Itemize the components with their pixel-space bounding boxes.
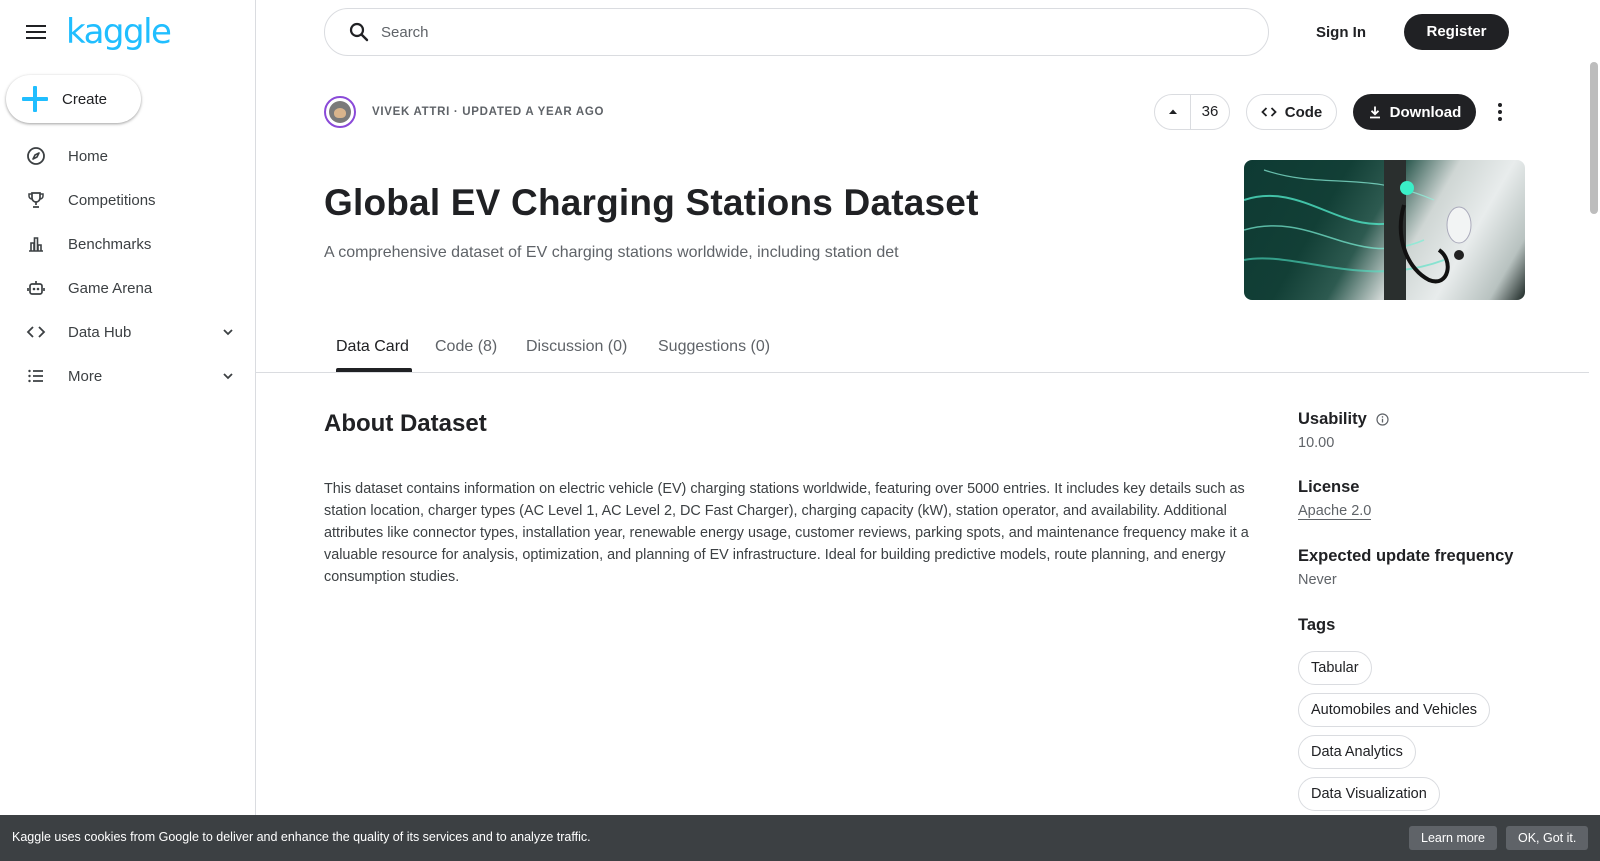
sidebar-item-label: More bbox=[68, 367, 103, 385]
tag-chip[interactable]: Data Analytics bbox=[1298, 735, 1416, 769]
sidebar-item-home[interactable]: Home bbox=[0, 134, 255, 178]
ok-got-it-button[interactable]: OK, Got it. bbox=[1506, 826, 1589, 850]
vote-count: 36 bbox=[1201, 103, 1219, 120]
license-link[interactable]: Apache 2.0 bbox=[1298, 503, 1372, 520]
usability-label: Usability bbox=[1298, 410, 1367, 428]
kaggle-logo[interactable]: kaggle bbox=[66, 12, 172, 52]
tag-chip[interactable]: Data Visualization bbox=[1298, 777, 1440, 811]
sidebar-item-more[interactable]: More bbox=[0, 354, 255, 398]
upvote-button[interactable] bbox=[1155, 95, 1191, 129]
chevron-down-icon[interactable] bbox=[221, 325, 235, 339]
code-button[interactable]: Code bbox=[1246, 94, 1337, 130]
upvote-widget: 36 bbox=[1154, 94, 1230, 130]
caret-up-icon bbox=[1168, 109, 1177, 114]
compass-icon bbox=[25, 145, 47, 167]
page-scrollbar[interactable] bbox=[1588, 0, 1600, 861]
create-label: Create bbox=[62, 90, 108, 108]
tab-data-card[interactable]: Data Card bbox=[336, 338, 409, 356]
sidebar-item-label: Benchmarks bbox=[68, 235, 152, 253]
code-label: Code bbox=[1284, 103, 1323, 121]
learn-more-button[interactable]: Learn more bbox=[1409, 826, 1497, 850]
usability-value: 10.00 bbox=[1298, 435, 1335, 451]
dataset-tabs: Data Card Code (8) Discussion (0) Sugges… bbox=[256, 324, 1589, 373]
sidebar-nav: Home Competitions Benchmarks Game Arena … bbox=[0, 134, 255, 398]
sidebar-item-label: Game Arena bbox=[68, 279, 153, 297]
about-description: This dataset contains information on ele… bbox=[324, 481, 1249, 585]
frequency-label: Expected update frequency bbox=[1298, 547, 1514, 565]
trophy-icon bbox=[25, 189, 47, 211]
about-heading: About Dataset bbox=[324, 410, 487, 437]
search-bar[interactable] bbox=[324, 8, 1269, 56]
create-button[interactable]: Create bbox=[6, 75, 141, 123]
tab-suggestions[interactable]: Suggestions (0) bbox=[658, 338, 770, 356]
bar-chart-icon bbox=[25, 233, 47, 255]
frequency-value: Never bbox=[1298, 572, 1337, 588]
sidebar-item-benchmarks[interactable]: Benchmarks bbox=[0, 222, 255, 266]
license-label: License bbox=[1298, 478, 1360, 496]
author-line: VIVEK ATTRI · UPDATED A YEAR AGO bbox=[372, 106, 605, 118]
more-vert-icon[interactable] bbox=[1488, 100, 1512, 124]
page-title: Global EV Charging Stations Dataset bbox=[324, 182, 979, 223]
robot-icon bbox=[25, 277, 47, 299]
sidebar: kaggle Create Home Competitions Benchmar… bbox=[0, 0, 256, 861]
sign-in-button[interactable]: Sign In bbox=[1296, 21, 1386, 45]
cookie-message: Kaggle uses cookies from Google to deliv… bbox=[12, 830, 591, 844]
page-subtitle: A comprehensive dataset of EV charging s… bbox=[324, 244, 899, 261]
tag-chip[interactable]: Automobiles and Vehicles bbox=[1298, 693, 1491, 727]
avatar[interactable] bbox=[324, 96, 356, 128]
list-icon bbox=[25, 365, 47, 387]
active-tab-indicator bbox=[336, 368, 412, 372]
sidebar-item-game-arena[interactable]: Game Arena bbox=[0, 266, 255, 310]
code-icon bbox=[1260, 107, 1277, 117]
code-brackets-icon bbox=[25, 321, 47, 343]
sidebar-item-label: Data Hub bbox=[68, 323, 132, 341]
sidebar-item-data-hub[interactable]: Data Hub bbox=[0, 310, 255, 354]
search-icon bbox=[349, 22, 369, 42]
scroll-thumb[interactable] bbox=[1590, 62, 1598, 214]
cookie-banner: Kaggle uses cookies from Google to deliv… bbox=[0, 815, 1600, 861]
chevron-down-icon[interactable] bbox=[221, 369, 235, 383]
sidebar-item-label: Competitions bbox=[68, 191, 156, 209]
hamburger-icon[interactable] bbox=[24, 22, 48, 42]
tab-discussion[interactable]: Discussion (0) bbox=[526, 338, 627, 356]
download-button[interactable]: Download bbox=[1353, 94, 1476, 130]
tab-code[interactable]: Code (8) bbox=[435, 338, 497, 356]
plus-icon bbox=[22, 86, 48, 112]
license-value: Apache 2.0 bbox=[1298, 503, 1372, 520]
search-input[interactable] bbox=[379, 22, 1179, 42]
sidebar-item-label: Home bbox=[68, 147, 109, 165]
download-icon bbox=[1369, 106, 1380, 119]
sidebar-item-competitions[interactable]: Competitions bbox=[0, 178, 255, 222]
tag-chip[interactable]: Tabular bbox=[1298, 651, 1372, 685]
tags-label: Tags bbox=[1298, 616, 1336, 634]
cover-image bbox=[1244, 160, 1525, 300]
download-label: Download bbox=[1389, 103, 1462, 121]
register-button[interactable]: Register bbox=[1404, 14, 1509, 50]
info-icon[interactable] bbox=[1376, 413, 1389, 426]
